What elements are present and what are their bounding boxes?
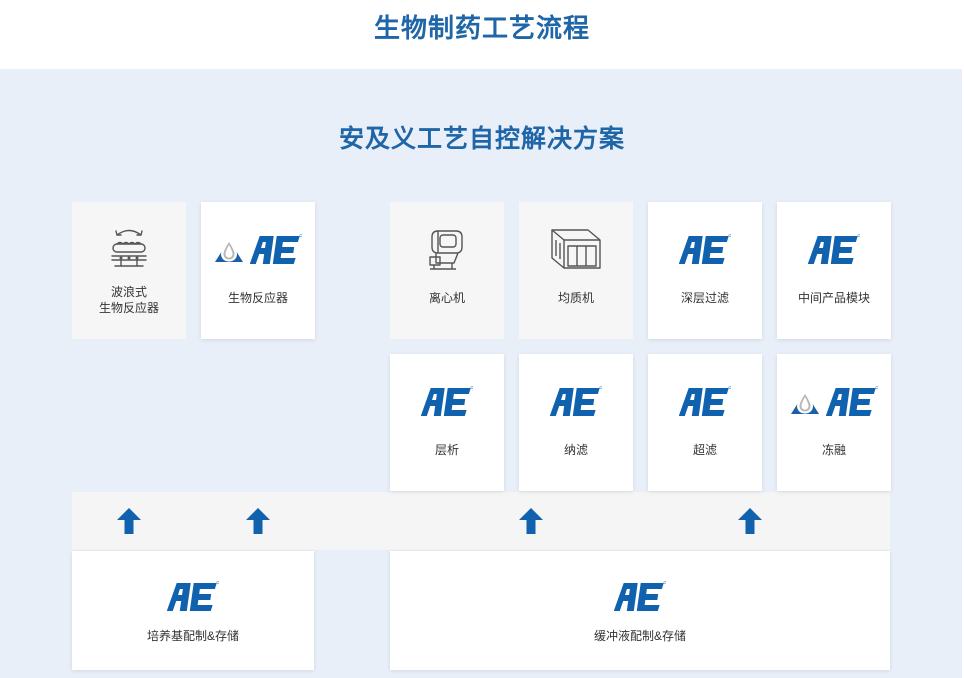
up-arrow-icon xyxy=(518,507,544,535)
wave-bioreactor-icon xyxy=(72,224,186,274)
ae-logo-icon xyxy=(390,579,890,613)
ae-logo-icon xyxy=(648,224,762,274)
card-label: 离心机 xyxy=(428,291,465,305)
card-ultrafiltration[interactable]: 超滤 xyxy=(648,354,762,491)
drop-ae-logo-icon xyxy=(777,376,891,426)
homogenizer-icon xyxy=(519,224,633,274)
card-label: 冻融 xyxy=(821,443,846,457)
ae-logo-icon xyxy=(777,224,891,274)
ae-logo-icon xyxy=(519,376,633,426)
card-centrifuge[interactable]: 离心机 xyxy=(390,202,504,339)
block-label: 缓冲液配制&存储 xyxy=(593,629,686,643)
arrow-strip xyxy=(72,492,890,550)
card-nanofiltration[interactable]: 纳滤 xyxy=(519,354,633,491)
up-arrow-icon xyxy=(245,507,271,535)
block-buffer-preparation[interactable]: 缓冲液配制&存储 xyxy=(390,551,890,670)
ae-logo-icon xyxy=(72,579,314,613)
card-homogenizer[interactable]: 均质机 xyxy=(519,202,633,339)
card-label: 均质机 xyxy=(557,291,594,305)
block-media-preparation[interactable]: 培养基配制&存储 xyxy=(72,551,314,670)
ae-logo-icon xyxy=(648,376,762,426)
panel-title: 安及义工艺自控解决方案 xyxy=(338,125,625,153)
card-label: 生物反应器 xyxy=(227,291,288,305)
block-label: 培养基配制&存储 xyxy=(146,629,239,643)
card-wave-bioreactor[interactable]: 波浪式 生物反应器 xyxy=(72,202,186,339)
card-bioreactor[interactable]: 生物反应器 xyxy=(201,202,315,339)
card-label: 波浪式 生物反应器 xyxy=(98,285,159,315)
drop-ae-logo-icon xyxy=(201,224,315,274)
card-label: 深层过滤 xyxy=(680,291,729,305)
card-label: 纳滤 xyxy=(563,443,588,457)
card-chromatography[interactable]: 层析 xyxy=(390,354,504,491)
up-arrow-icon xyxy=(116,507,142,535)
card-freeze-thaw[interactable]: 冻融 xyxy=(777,354,891,491)
up-arrow-icon xyxy=(737,507,763,535)
centrifuge-icon xyxy=(390,224,504,274)
card-label: 中间产品模块 xyxy=(797,291,870,305)
card-label: 层析 xyxy=(434,443,459,457)
ae-logo-icon xyxy=(390,376,504,426)
card-intermediate-module[interactable]: 中间产品模块 xyxy=(777,202,891,339)
page-title: 生物制药工艺流程 xyxy=(373,13,590,43)
card-depth-filtration[interactable]: 深层过滤 xyxy=(648,202,762,339)
card-label: 超滤 xyxy=(692,443,717,457)
